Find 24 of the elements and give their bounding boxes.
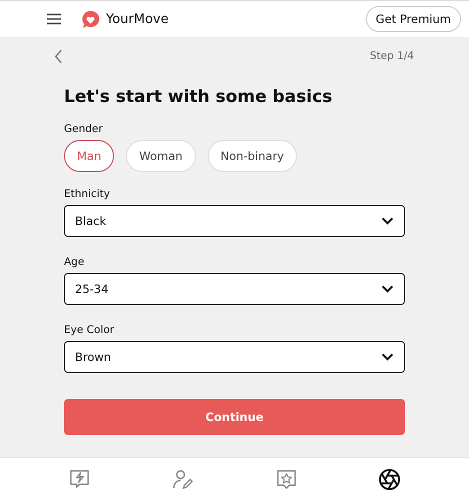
menu-icon[interactable] (46, 13, 62, 25)
chevron-down-icon (381, 353, 394, 361)
logo-text: YourMove (106, 12, 169, 26)
aperture-icon[interactable] (378, 468, 401, 490)
field-label: Gender (64, 123, 104, 135)
get-premium-button[interactable]: Get Premium (366, 6, 461, 32)
field-label: Age (64, 256, 86, 268)
field-label: Ethnicity (64, 188, 111, 200)
chevron-down-icon (381, 217, 394, 225)
page-title: Let's start with some basics (64, 87, 334, 107)
chevron-down-icon (381, 285, 394, 293)
bolt-chat-icon[interactable] (68, 468, 92, 490)
dropdown-field[interactable]: Black (64, 205, 405, 237)
gender-option[interactable]: Woman (126, 140, 196, 172)
gender-option[interactable]: Man (64, 140, 114, 172)
field-label: Eye Color (64, 324, 116, 336)
star-chat-icon[interactable] (274, 468, 298, 490)
heart-bubble-icon (81, 10, 100, 28)
back-icon[interactable] (54, 48, 63, 64)
dropdown-field[interactable]: 25-34 (64, 273, 405, 305)
step-counter: Step 1/4 (370, 50, 414, 62)
gender-option[interactable]: Non-binary (208, 140, 297, 172)
profile-edit-icon[interactable] (171, 468, 194, 490)
dropdown-field[interactable]: Brown (64, 341, 405, 373)
